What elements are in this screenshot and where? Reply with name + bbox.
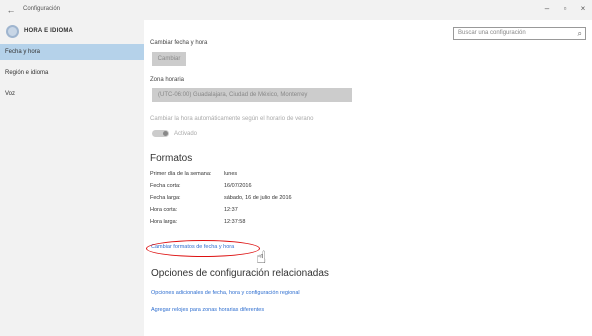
change-button[interactable]: Cambiar	[152, 52, 186, 66]
dst-toggle[interactable]	[152, 130, 169, 137]
dst-state: Activado	[174, 131, 198, 137]
format-value: 12:37:58	[224, 219, 246, 225]
timezone-select[interactable]: (UTC-06:00) Guadalajara, Ciudad de Méxic…	[152, 88, 352, 102]
format-key: Fecha larga:	[150, 195, 181, 201]
format-key: Hora corta:	[150, 207, 178, 213]
title-bar: ← Configuración – ▫ ×	[0, 0, 592, 20]
related-link-clocks[interactable]: Agregar relojes para zonas horarias dife…	[151, 307, 264, 313]
related-heading: Opciones de configuración relacionadas	[151, 268, 329, 279]
sidebar-item-label: Fecha y hora	[5, 49, 41, 55]
sidebar-item-label: Voz	[5, 91, 16, 97]
close-button[interactable]: ×	[576, 3, 590, 15]
search-icon: ⌕	[577, 29, 582, 38]
format-value: lunes	[224, 171, 238, 177]
window-title: Configuración	[23, 6, 61, 12]
maximize-button[interactable]: ▫	[558, 3, 572, 15]
formats-list: Primer día de la semana: lunes Fecha cor…	[150, 171, 390, 241]
sidebar-item-fecha-y-hora[interactable]: Fecha y hora	[0, 44, 144, 60]
sidebar-header: HORA E IDIOMA	[6, 25, 138, 39]
gear-icon	[6, 25, 19, 38]
related-link-regional[interactable]: Opciones adicionales de fecha, hora y co…	[151, 290, 300, 296]
format-value: 12:37	[224, 207, 238, 213]
sidebar-item-region-e-idioma[interactable]: Región e idioma	[0, 65, 144, 81]
format-key: Fecha corta:	[150, 183, 181, 189]
sidebar-item-label: Región e idioma	[5, 70, 49, 76]
search-input[interactable]: Buscar una configuración ⌕	[453, 27, 586, 40]
minimize-button[interactable]: –	[540, 3, 554, 15]
formats-heading: Formatos	[150, 153, 193, 164]
hand-cursor-icon: ☝	[256, 248, 267, 267]
sidebar: HORA E IDIOMA Fecha y hora Región e idio…	[0, 20, 144, 336]
annotation-circle	[146, 240, 260, 257]
dst-label: Cambiar la hora automáticamente según el…	[150, 116, 314, 122]
back-arrow-icon[interactable]: ←	[6, 5, 16, 15]
timezone-label: Zona horaria	[150, 77, 185, 83]
format-value: 16/07/2016	[224, 183, 252, 189]
format-key: Primer día de la semana:	[150, 171, 212, 177]
toggle-knob	[163, 131, 168, 136]
search-placeholder: Buscar una configuración	[458, 30, 526, 36]
format-value: sábado, 16 de julio de 2016	[224, 195, 292, 201]
sidebar-item-voz[interactable]: Voz	[0, 86, 144, 102]
main-content: Cambiar fecha y hora Cambiar Zona horari…	[146, 20, 448, 336]
change-datetime-label: Cambiar fecha y hora	[150, 40, 208, 46]
format-key: Hora larga:	[150, 219, 178, 225]
sidebar-header-label: HORA E IDIOMA	[24, 28, 74, 34]
